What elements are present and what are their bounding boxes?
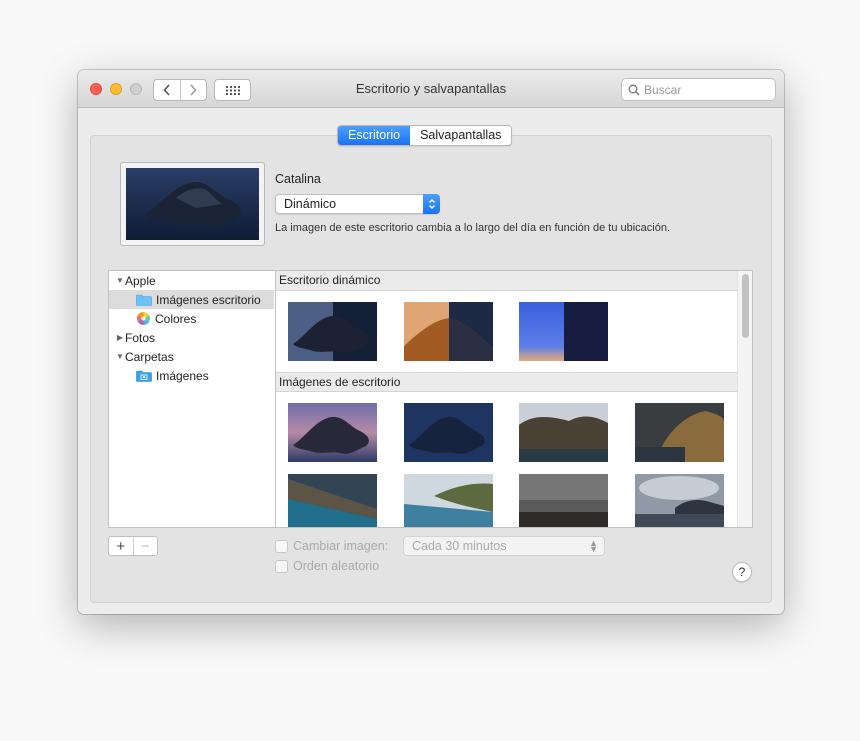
section-header-pictures: Imágenes de escritorio — [276, 372, 738, 392]
thumbnail-catalina-dynamic[interactable] — [288, 302, 377, 361]
search-icon — [628, 84, 640, 95]
sidebar-item-label: Colores — [155, 311, 197, 326]
thumbnail-catalina-cliff[interactable] — [635, 403, 724, 462]
thumbnail-catalina-rocks[interactable] — [519, 403, 608, 462]
thumbnail-gradient-dynamic[interactable] — [519, 302, 608, 361]
sidebar-item-fotos[interactable]: ▶ Fotos — [109, 328, 274, 347]
pictures-folder-icon — [136, 370, 152, 382]
source-list: ▼ Apple Imágenes escritorio Colores ▶ Fo… — [108, 270, 275, 528]
sidebar-item-label: Apple — [125, 273, 156, 288]
sidebar-item-label: Carpetas — [125, 349, 174, 364]
sidebar-item-imagenes[interactable]: Imágenes — [109, 366, 274, 385]
disclosure-down-icon[interactable]: ▼ — [115, 352, 125, 361]
scrollbar-thumb[interactable] — [742, 274, 749, 338]
search-placeholder: Buscar — [644, 82, 682, 97]
disclosure-down-icon[interactable]: ▼ — [115, 276, 125, 285]
disclosure-right-icon[interactable]: ▶ — [115, 333, 125, 342]
wallpaper-description: La imagen de este escritorio cambia a lo… — [275, 222, 671, 234]
select-arrows-icon: ▲ ▼ — [589, 538, 598, 554]
folder-icon — [136, 294, 152, 306]
change-picture-checkbox[interactable] — [275, 539, 288, 553]
sidebar-item-label: Imágenes escritorio — [156, 292, 261, 307]
tab-salvapantallas[interactable]: Salvapantallas — [410, 126, 511, 145]
content-scrollbar[interactable] — [737, 271, 752, 527]
change-picture-label: Cambiar imagen: — [293, 539, 389, 553]
wallpaper-preview — [120, 162, 265, 246]
sidebar-item-label: Imágenes — [156, 368, 209, 383]
color-wheel-icon — [137, 312, 150, 325]
interval-value: Cada 30 minutos — [412, 539, 507, 553]
help-button[interactable]: ? — [732, 562, 752, 582]
random-order-checkbox[interactable] — [275, 559, 288, 573]
wallpaper-name: Catalina — [275, 172, 321, 186]
change-picture-option: Cambiar imagen: — [275, 539, 388, 553]
select-stepper-icon — [423, 194, 440, 214]
thumbnail-catalina-night[interactable] — [404, 403, 493, 462]
thumbnail-catalina-bay[interactable] — [404, 474, 493, 527]
title-bar: Escritorio y salvapantallas Buscar — [78, 70, 784, 108]
sidebar-item-imagenes-escritorio[interactable]: Imágenes escritorio — [109, 290, 274, 309]
catalina-preview-image — [126, 168, 259, 240]
tab-escritorio[interactable]: Escritorio — [338, 126, 411, 145]
add-remove-buttons: + − — [108, 536, 158, 556]
random-order-option: Orden aleatorio — [275, 559, 379, 573]
search-field[interactable]: Buscar — [621, 78, 776, 101]
interval-select[interactable]: Cada 30 minutos ▲ ▼ — [403, 536, 605, 556]
thumbnail-mojave-dynamic[interactable] — [404, 302, 493, 361]
tab-bar: Escritorio Salvapantallas — [337, 125, 513, 146]
sidebar-item-colores[interactable]: Colores — [109, 309, 274, 328]
sidebar-item-apple[interactable]: ▼ Apple — [109, 271, 274, 290]
add-folder-button[interactable]: + — [109, 537, 133, 555]
random-order-label: Orden aleatorio — [293, 559, 380, 573]
remove-folder-button[interactable]: − — [132, 537, 158, 555]
thumbnail-catalina-coast[interactable] — [288, 474, 377, 527]
thumbnail-catalina-storm[interactable] — [519, 474, 608, 527]
preferences-window: Escritorio y salvapantallas Buscar Escri… — [78, 70, 784, 614]
sidebar-item-label: Fotos — [125, 330, 156, 345]
appearance-mode-value: Dinámico — [284, 197, 337, 211]
wallpaper-browser: Escritorio dinámico Imágenes de escritor… — [275, 270, 753, 528]
thumbnail-catalina-dusk[interactable] — [288, 403, 377, 462]
thumbnail-catalina-clouds[interactable] — [635, 474, 724, 527]
section-header-dynamic: Escritorio dinámico — [276, 271, 738, 291]
sidebar-item-carpetas[interactable]: ▼ Carpetas — [109, 347, 274, 366]
appearance-mode-select[interactable]: Dinámico — [275, 194, 440, 214]
